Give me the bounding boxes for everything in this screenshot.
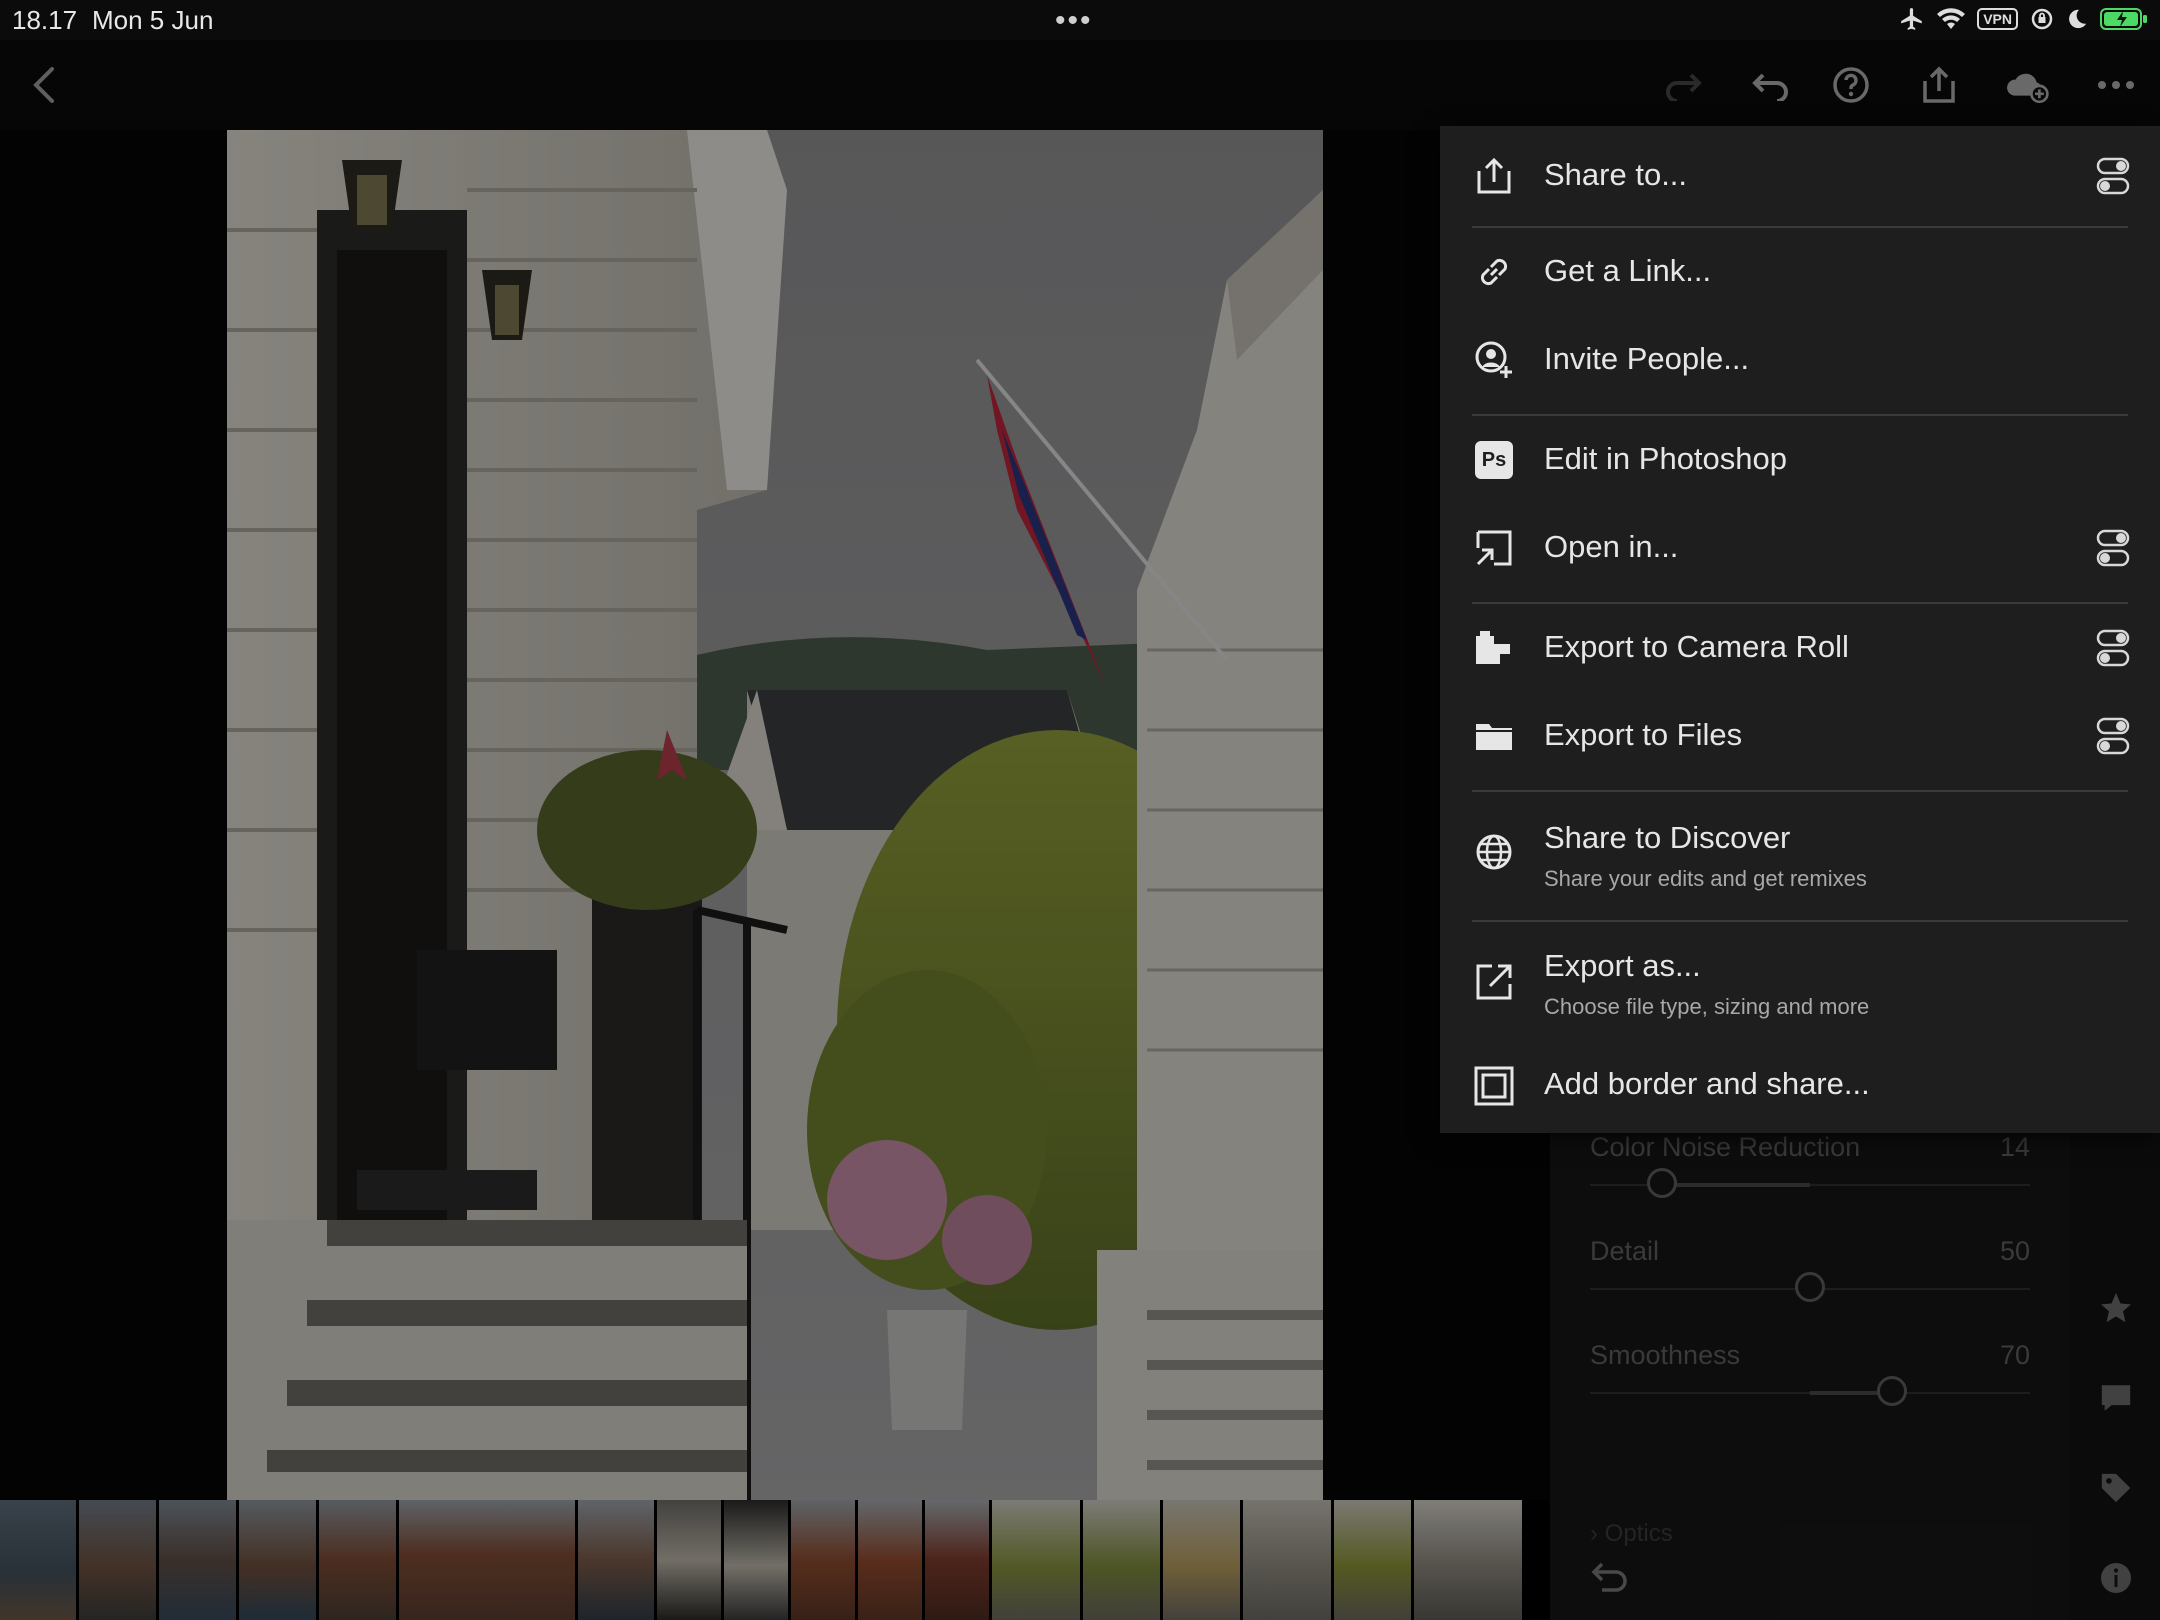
rotation-lock-icon xyxy=(2031,8,2053,30)
status-icons: VPN xyxy=(1899,6,2148,32)
status-time: 18.17 xyxy=(12,5,78,35)
menu-item-sublabel: Choose file type, sizing and more xyxy=(1544,994,1870,1019)
open-in-icon xyxy=(1474,528,1514,568)
menu-item-add-border[interactable]: Add border and share... xyxy=(1440,1042,2160,1132)
share-export-menu: Share to... Get a Link... Invite People.… xyxy=(1440,126,2160,1133)
menu-item-export-as[interactable]: Export as... Choose file type, sizing an… xyxy=(1440,922,2160,1042)
share-icon xyxy=(1474,156,1514,196)
export-as-icon xyxy=(1474,962,1514,1002)
invite-person-icon xyxy=(1474,340,1514,380)
status-date: Mon 5 Jun xyxy=(92,5,214,35)
wifi-icon xyxy=(1937,8,1966,30)
menu-item-label: Share to... xyxy=(1544,157,1688,192)
camera-roll-icon xyxy=(1474,628,1514,668)
menu-item-label: Edit in Photoshop xyxy=(1544,441,1788,476)
menu-item-get-link[interactable]: Get a Link... xyxy=(1440,228,2160,316)
menu-item-export-files[interactable]: Export to Files xyxy=(1440,692,2160,780)
menu-item-label: Export to Files xyxy=(1544,717,1743,752)
airplane-icon xyxy=(1901,8,1922,30)
menu-item-invite-people[interactable]: Invite People... xyxy=(1440,316,2160,404)
battery-icon xyxy=(2100,8,2147,30)
menu-item-label: Export as... xyxy=(1544,948,1701,983)
settings-toggle-icon[interactable] xyxy=(2096,528,2130,568)
menu-item-label: Add border and share... xyxy=(1544,1066,1870,1101)
menu-item-share-to[interactable]: Share to... xyxy=(1440,126,2160,226)
photoshop-icon: Ps xyxy=(1474,440,1514,480)
menu-item-label: Share to Discover xyxy=(1544,820,1791,855)
settings-toggle-icon[interactable] xyxy=(2096,156,2130,196)
status-bar: 18.17 Mon 5 Jun ••• VPN xyxy=(0,0,2160,40)
settings-toggle-icon[interactable] xyxy=(2096,716,2130,756)
ps-badge: Ps xyxy=(1475,441,1513,479)
globe-icon xyxy=(1474,832,1514,872)
settings-toggle-icon[interactable] xyxy=(2096,628,2130,668)
menu-item-share-to-discover[interactable]: Share to Discover Share your edits and g… xyxy=(1440,792,2160,916)
folder-icon xyxy=(1474,716,1514,756)
menu-item-label: Invite People... xyxy=(1544,341,1750,376)
menu-item-export-camera-roll[interactable]: Export to Camera Roll xyxy=(1440,604,2160,692)
menu-item-label: Export to Camera Roll xyxy=(1544,629,1849,664)
menu-item-open-in[interactable]: Open in... xyxy=(1440,504,2160,592)
vpn-badge: VPN xyxy=(1977,8,2018,30)
menu-item-label: Get a Link... xyxy=(1544,253,1712,288)
link-icon xyxy=(1474,252,1514,292)
moon-icon xyxy=(2069,9,2087,29)
border-icon xyxy=(1474,1066,1514,1106)
menu-item-edit-in-photoshop[interactable]: Ps Edit in Photoshop xyxy=(1440,416,2160,504)
menu-item-label: Open in... xyxy=(1544,529,1679,564)
multitasking-dots[interactable]: ••• xyxy=(1055,4,1093,38)
menu-item-sublabel: Share your edits and get remixes xyxy=(1544,866,1867,891)
